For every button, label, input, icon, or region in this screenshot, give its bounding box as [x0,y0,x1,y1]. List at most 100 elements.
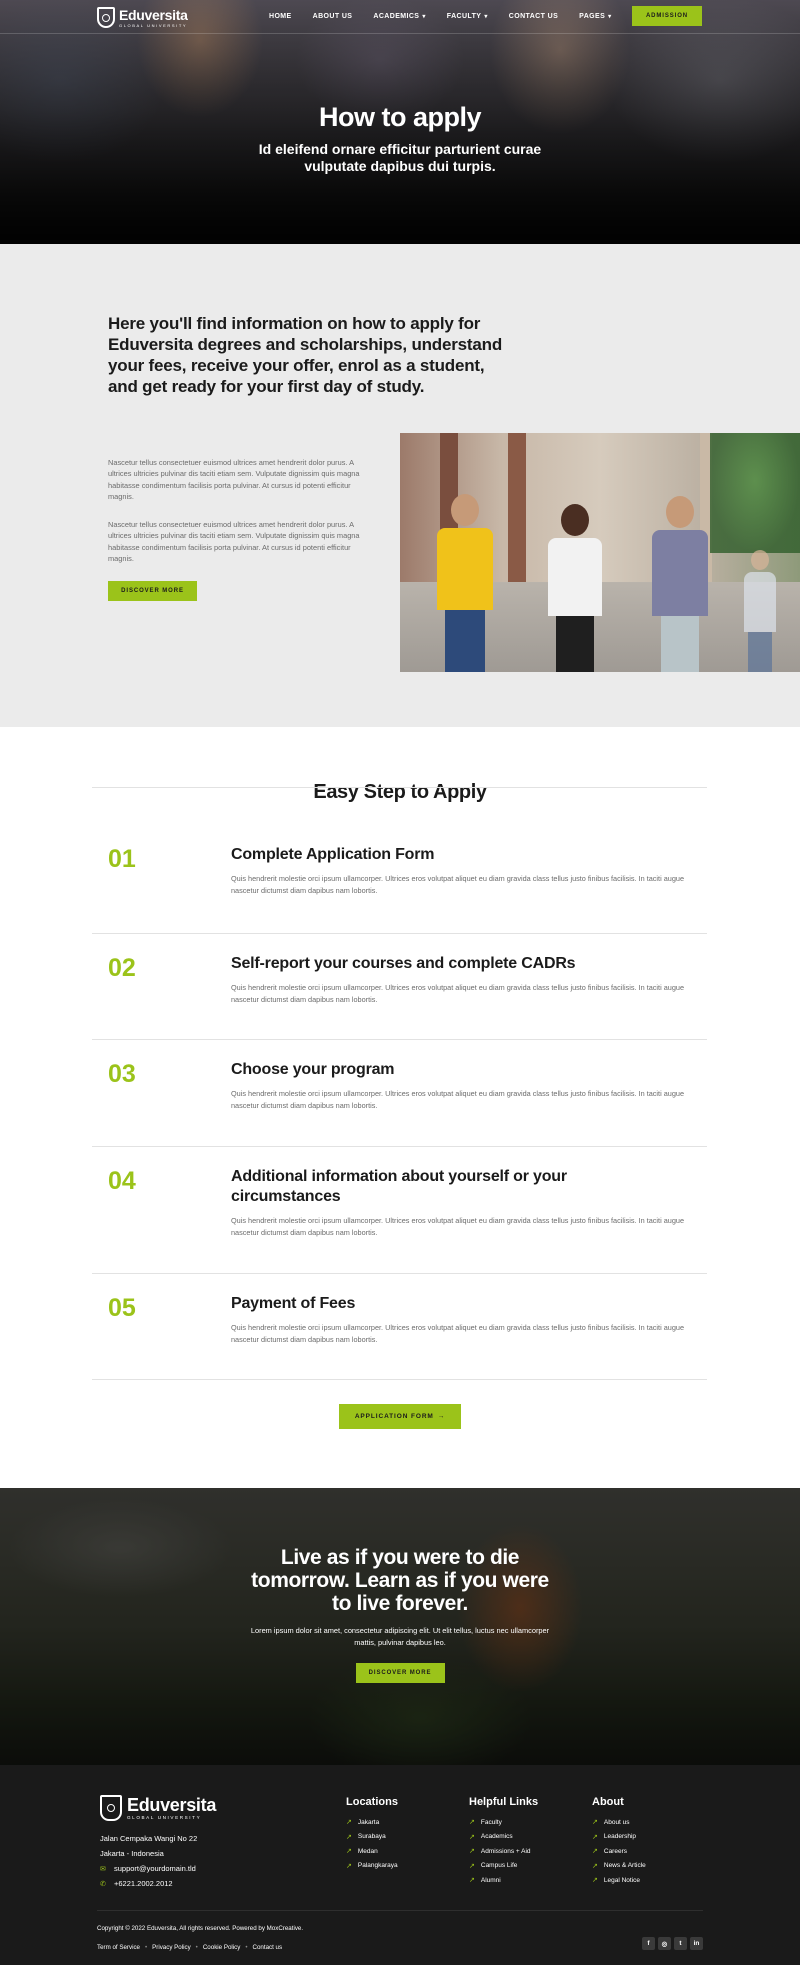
facebook-icon[interactable]: f [642,1937,655,1950]
footer-link[interactable]: ↗ Campus Life [469,1862,538,1870]
arrow-up-right-icon: ↗ [346,1819,352,1826]
footer-link[interactable]: ↗ Palangkaraya [346,1862,398,1870]
twitter-icon[interactable]: t [674,1937,687,1950]
arrow-up-right-icon: ↗ [346,1862,352,1870]
footer-link[interactable]: ↗ About us [592,1818,646,1827]
arrow-up-right-icon: ↗ [469,1833,475,1841]
step-item: 02 Self-report your courses and complete… [92,934,707,1040]
footer-column-about: About ↗ About us ↗ Leadership ↗ Careers ↗ Ne… [592,1796,646,1891]
hero-content: How to apply Id eleifend ornare efficitu… [0,102,800,175]
discover-more-button[interactable]: DISCOVER MORE [108,581,197,601]
step-title: Payment of Fees [231,1295,356,1312]
phone-icon: ✆ [100,1880,106,1888]
nav-faculty[interactable]: FACULTY ▾ [447,13,488,20]
step-item: 03 Choose your program Quis hendrerit mo… [92,1040,707,1147]
email-contact[interactable]: ✉ support@yourdomain.tld [100,1864,196,1873]
legal-link-terms[interactable]: Term of Service [97,1944,140,1951]
nav-academics[interactable]: ACADEMICS ▾ [373,13,425,20]
arrow-up-right-icon: ↗ [469,1862,475,1870]
legal-link-contact[interactable]: Contact us [253,1944,283,1951]
legal-link-cookie[interactable]: Cookie Policy [203,1944,241,1951]
step-title: Choose your program [231,1061,395,1078]
address-line: Jalan Cempaka Wangi No 22 [100,1834,198,1843]
footer-link[interactable]: ↗ Alumni [469,1876,538,1885]
brand-name: Eduversita [119,6,188,23]
intro-paragraph: Nascetur tellus consectetuer euismod ult… [108,520,360,563]
header-logo[interactable]: Eduversita GLOBAL UNIVERSITY [97,7,188,28]
footer-link[interactable]: ↗ Medan [346,1847,398,1856]
footer-column-locations: Locations ↗ Jakarta ↗ Surabaya ↗ Medan ↗ Pal… [346,1796,398,1876]
instagram-icon[interactable]: ◎ [658,1937,671,1950]
brand-tagline: GLOBAL UNIVERSITY [119,22,188,28]
footer: Eduversita GLOBAL UNIVERSITY Jalan Cempa… [0,1765,800,1965]
students-photo [400,433,800,672]
legal-links: Term of Service • Privacy Policy • Cooki… [97,1944,283,1951]
application-form-label: APPLICATION FORM [354,1413,434,1420]
arrow-up-right-icon: ↗ [592,1862,598,1870]
arrow-up-right-icon: ↗ [592,1819,598,1826]
footer-link[interactable]: ↗ Jakarta [346,1818,398,1827]
footer-link[interactable]: ↗ News & Article [592,1862,646,1870]
footer-link[interactable]: ↗ Surabaya [346,1833,398,1841]
arrow-up-right-icon: ↗ [592,1848,598,1855]
intro-section: Here you'll find information on how to a… [0,244,800,727]
footer-column-title: Locations [346,1796,398,1808]
hero-subtitle: Id eleifend ornare efficitur parturient … [258,141,542,174]
arrow-up-right-icon: ↗ [592,1833,598,1841]
nav-contact-us[interactable]: CONTACT US [509,13,558,20]
main-menu: HOME ABOUT US ACADEMICS ▾ FACULTY ▾ CONTAC… [269,13,633,20]
chevron-down-icon: ▾ [422,14,426,20]
arrow-right-icon: → [437,1413,446,1420]
arrow-up-right-icon: ↗ [469,1819,475,1826]
chevron-down-icon: ▾ [608,14,612,20]
application-form-button[interactable]: APPLICATION FORM → [339,1404,461,1429]
phone-contact[interactable]: ✆ +6221.2002.2012 [100,1879,173,1888]
steps-section: Easy Step to Apply 01 Complete Applicati… [0,727,800,1488]
footer-column-helpful-links: Helpful Links ↗ Faculty ↗ Academics ↗ Admis… [469,1796,538,1891]
social-links: f ◎ t in [642,1937,703,1950]
mail-icon: ✉ [100,1865,106,1873]
brand-name: Eduversita [127,1794,217,1815]
footer-link[interactable]: ↗ Leadership [592,1833,646,1841]
arrow-up-right-icon: ↗ [469,1877,475,1884]
top-navigation: Eduversita GLOBAL UNIVERSITY HOME ABOUT … [0,0,800,34]
step-description: Quis hendrerit molestie orci ipsum ullam… [231,874,685,895]
footer-logo[interactable]: Eduversita GLOBAL UNIVERSITY [100,1795,216,1821]
admission-button[interactable]: ADMISSION [632,6,702,26]
footer-column-title: About [592,1796,624,1808]
step-title: Self-report your courses and complete CA… [231,955,576,972]
quote-text: Lorem ipsum dolor sit amet, consectetur … [250,1626,550,1647]
step-item: 05 Payment of Fees Quis hendrerit molest… [92,1274,707,1380]
steps-title: Easy Step to Apply [313,781,487,803]
step-title: Additional information about yourself or… [231,1168,567,1205]
footer-link[interactable]: ↗ Legal Notice [592,1876,646,1885]
copyright-text: Copyright © 2022 Eduversita, All rights … [97,1925,304,1932]
step-item: 04 Additional information about yourself… [92,1147,707,1274]
linkedin-icon[interactable]: in [690,1937,703,1950]
intro-paragraph: Nascetur tellus consectetuer euismod ult… [108,458,360,501]
discover-more-button[interactable]: DISCOVER MORE [355,1663,445,1683]
step-title: Complete Application Form [231,846,435,863]
legal-link-privacy[interactable]: Privacy Policy [152,1944,191,1951]
step-number: 03 [108,1060,136,1088]
nav-pages[interactable]: PAGES ▾ [579,13,611,20]
footer-link[interactable]: ↗ Faculty [469,1818,538,1827]
nav-home[interactable]: HOME [269,13,292,20]
step-number: 05 [108,1294,136,1322]
step-number: 02 [108,954,136,982]
intro-heading: Here you'll find information on how to a… [108,314,503,396]
step-description: Quis hendrerit molestie orci ipsum ullam… [231,1323,685,1344]
step-description: Quis hendrerit molestie orci ipsum ullam… [231,983,685,1004]
footer-link[interactable]: ↗ Careers [592,1847,646,1856]
footer-link[interactable]: ↗ Admissions + Aid [469,1847,538,1856]
shield-logo-icon [97,7,115,28]
step-description: Quis hendrerit molestie orci ipsum ullam… [231,1216,685,1237]
nav-about-us[interactable]: ABOUT US [313,13,353,20]
footer-divider [97,1910,703,1911]
step-item: 01 Complete Application Form Quis hendre… [92,825,707,934]
step-number: 01 [108,845,136,873]
shield-logo-icon [100,1795,122,1821]
footer-link[interactable]: ↗ Academics [469,1833,538,1841]
page-title: How to apply [319,102,482,132]
quote-content: Live as if you were to die tomorrow. Lea… [0,1546,800,1683]
